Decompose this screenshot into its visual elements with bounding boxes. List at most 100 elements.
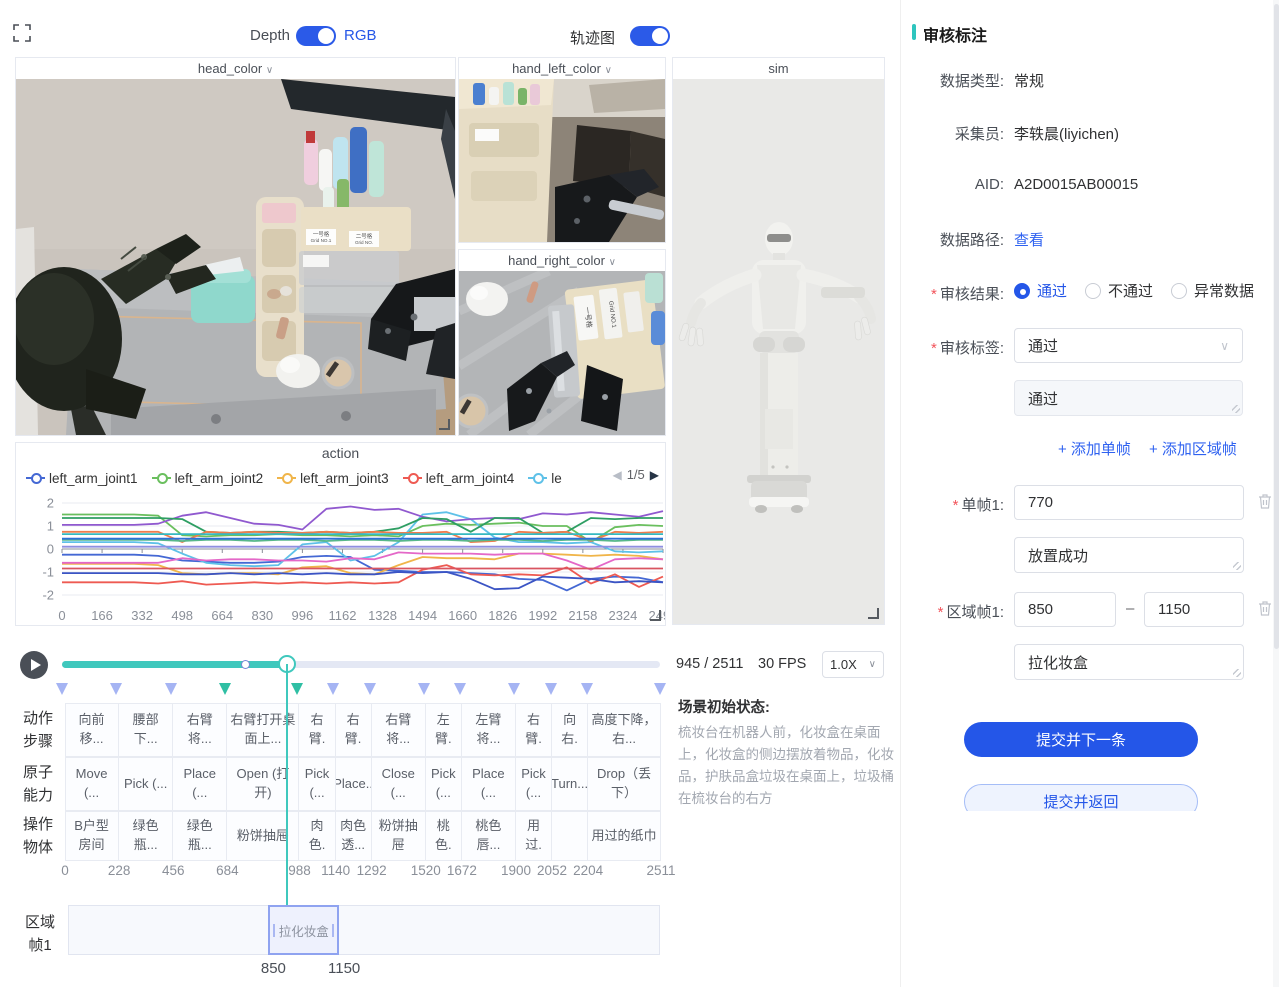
segment-marker[interactable] <box>454 683 466 695</box>
trajectory-toggle[interactable] <box>630 26 670 46</box>
segment-marker[interactable] <box>110 683 122 695</box>
segment-marker[interactable] <box>56 683 68 695</box>
region-frame-note[interactable]: 拉化妆盒 <box>1014 644 1244 680</box>
segment-marker[interactable] <box>364 683 376 695</box>
segment-marker[interactable] <box>581 683 593 695</box>
toggle-knob <box>652 28 668 44</box>
table-cell[interactable]: B户型房间 <box>65 812 119 860</box>
table-cell[interactable]: 左臂. <box>426 704 462 756</box>
table-cell[interactable]: Pick (... <box>516 758 552 810</box>
resize-handle-icon[interactable] <box>868 608 879 619</box>
segment-left-grip[interactable] <box>273 924 275 937</box>
segment-marker[interactable] <box>654 683 666 695</box>
table-cell[interactable]: 右臂打开桌面上... <box>227 704 299 756</box>
result-radio-option[interactable]: 不通过 <box>1085 280 1153 301</box>
resize-grip-icon[interactable] <box>1233 669 1241 677</box>
region-track-bar[interactable] <box>68 905 660 955</box>
table-cell[interactable]: 用过. <box>516 812 552 860</box>
data-path-link[interactable]: 查看 <box>1014 229 1044 250</box>
radio-circle-icon[interactable] <box>1171 283 1187 299</box>
segment-marker[interactable] <box>219 683 231 695</box>
add-single-frame-button[interactable]: + 添加单帧 <box>1058 438 1131 459</box>
review-tag-note[interactable]: 通过 <box>1014 380 1243 416</box>
table-cell[interactable]: 桃色. <box>426 812 462 860</box>
table-cell[interactable]: Move (... <box>65 758 119 810</box>
legend-item-left_arm_joint1[interactable]: left_arm_joint1 <box>26 471 138 486</box>
head-camera-title[interactable]: head_color ∨ <box>16 58 455 79</box>
table-cell[interactable]: 腰部下... <box>119 704 173 756</box>
table-cell[interactable]: 右臂. <box>300 704 336 756</box>
table-cell[interactable]: 肉色透... <box>336 812 372 860</box>
resize-grip-icon[interactable] <box>1232 405 1240 413</box>
table-cell[interactable]: Turn... <box>552 758 588 810</box>
table-cell[interactable]: 高度下降，右... <box>588 704 661 756</box>
resize-handle-icon[interactable] <box>439 419 450 430</box>
scrollbar-track[interactable] <box>1273 0 1279 987</box>
table-cell[interactable]: 绿色瓶... <box>173 812 227 860</box>
table-cell[interactable]: Pick (... <box>300 758 336 810</box>
segment-marker[interactable] <box>508 683 520 695</box>
table-cell[interactable]: 向前移... <box>65 704 119 756</box>
table-cell[interactable]: 绿色瓶... <box>119 812 173 860</box>
delete-region-frame-icon[interactable] <box>1257 600 1273 617</box>
submit-back-button[interactable]: 提交并返回 <box>964 784 1198 811</box>
table-cell[interactable]: Pick (... <box>119 758 173 810</box>
legend-next-icon[interactable]: ▶ <box>650 468 659 482</box>
segment-marker[interactable] <box>327 683 339 695</box>
table-cell[interactable]: 桃色唇... <box>462 812 516 860</box>
single-frame-input[interactable]: 770 <box>1014 485 1244 520</box>
legend-prev-icon[interactable]: ◀ <box>612 468 621 482</box>
table-cell[interactable]: 向右. <box>552 704 588 756</box>
resize-grip-icon[interactable] <box>1233 562 1241 570</box>
fullscreen-icon[interactable] <box>13 24 31 42</box>
table-cell[interactable]: Close (... <box>372 758 426 810</box>
table-cell[interactable]: 用过的纸巾 <box>588 812 661 860</box>
table-cell[interactable]: Place (... <box>173 758 227 810</box>
table-cell[interactable] <box>552 812 588 860</box>
table-cell[interactable]: 右臂. <box>336 704 372 756</box>
progress-slider[interactable] <box>62 661 660 668</box>
table-cell[interactable]: Place.. <box>336 758 372 810</box>
joint-trajectory-chart[interactable]: 210-1-2016633249866483099611621328149416… <box>16 489 665 625</box>
table-cell[interactable]: Drop（丢下） <box>588 758 661 810</box>
hand-left-camera-title[interactable]: hand_left_color ∨ <box>459 58 665 79</box>
radio-circle-icon[interactable] <box>1085 283 1101 299</box>
segment-marker[interactable] <box>418 683 430 695</box>
hand-right-camera-title[interactable]: hand_right_color ∨ <box>459 250 665 271</box>
segment-right-grip[interactable] <box>332 924 334 937</box>
legend-item-left_arm_joint2[interactable]: left_arm_joint2 <box>152 471 264 486</box>
segment-marker[interactable] <box>165 683 177 695</box>
resize-handle-icon[interactable] <box>650 610 661 621</box>
segment-marker[interactable] <box>545 683 557 695</box>
delete-single-frame-icon[interactable] <box>1257 493 1273 510</box>
add-region-frame-button[interactable]: + 添加区域帧 <box>1149 438 1237 459</box>
table-cell[interactable]: 肉色. <box>300 812 336 860</box>
legend-item-left_arm_joint3[interactable]: left_arm_joint3 <box>277 471 389 486</box>
table-cell[interactable]: 粉饼抽屉 <box>227 812 299 860</box>
legend-item-le[interactable]: le <box>528 471 562 486</box>
table-cell[interactable]: 粉饼抽屉 <box>372 812 426 860</box>
region-end-input[interactable]: 1150 <box>1144 592 1244 627</box>
depth-rgb-toggle[interactable] <box>296 26 336 46</box>
table-cell[interactable]: Place (... <box>462 758 516 810</box>
review-tag-select[interactable]: 通过 ∨ <box>1014 328 1243 363</box>
table-cell[interactable]: 左臂将... <box>462 704 516 756</box>
submit-next-button[interactable]: 提交并下一条 <box>964 722 1198 757</box>
table-cell[interactable]: Open (打开) <box>227 758 299 810</box>
region-segment[interactable]: 拉化妆盒 <box>268 905 339 955</box>
table-cell[interactable]: Pick (... <box>426 758 462 810</box>
result-radio-option[interactable]: 异常数据 <box>1171 280 1254 301</box>
speed-select[interactable]: 1.0X ∨ <box>822 651 884 678</box>
table-cell[interactable]: 右臂将... <box>372 704 426 756</box>
segment-marker[interactable] <box>291 683 303 695</box>
legend-item-left_arm_joint4[interactable]: left_arm_joint4 <box>403 471 515 486</box>
single-frame-note[interactable]: 放置成功 <box>1014 537 1244 573</box>
region-start-input[interactable]: 850 <box>1014 592 1116 627</box>
play-button[interactable] <box>20 651 48 679</box>
table-cell[interactable]: 右臂. <box>516 704 552 756</box>
x-axis-tick: 2158 <box>568 608 597 623</box>
result-radio-selected[interactable]: 通过 <box>1014 280 1067 301</box>
scrollbar-thumb[interactable] <box>1274 4 1279 649</box>
table-cell[interactable]: 右臂将... <box>173 704 227 756</box>
radio-circle-icon[interactable] <box>1014 283 1030 299</box>
